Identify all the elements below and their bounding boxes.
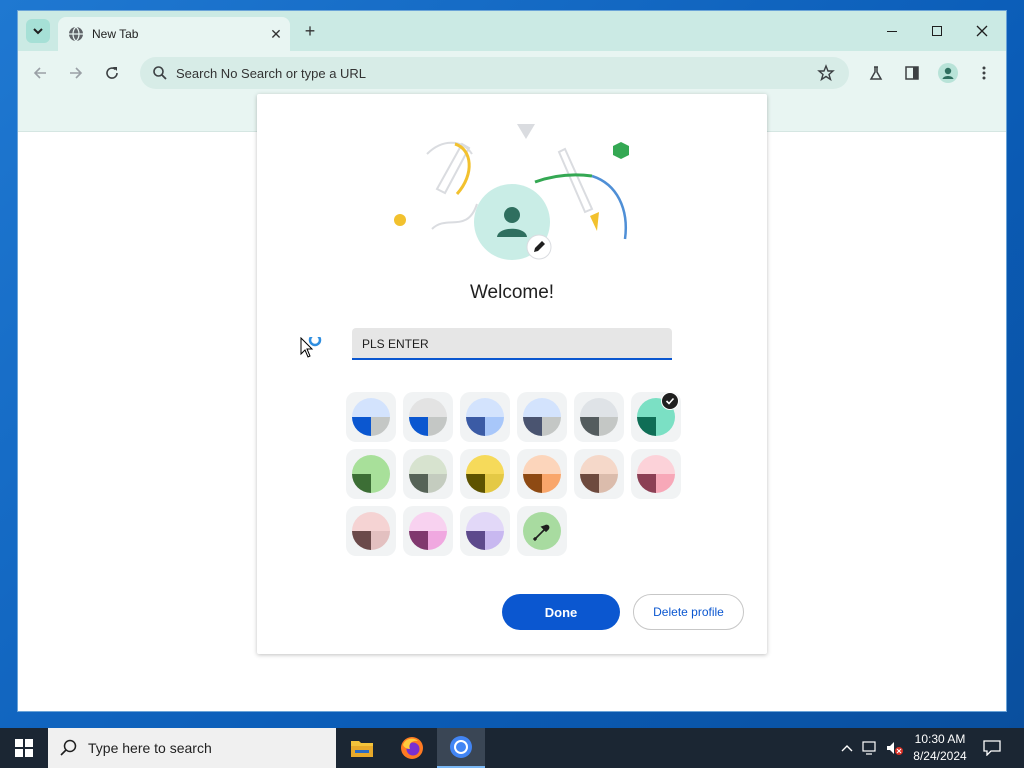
close-icon — [976, 25, 988, 37]
file-explorer-app[interactable] — [338, 728, 386, 768]
firefox-icon — [401, 737, 423, 759]
network-icon[interactable] — [860, 728, 882, 768]
reload-icon — [106, 67, 118, 79]
bookmark-star-icon[interactable] — [817, 64, 835, 82]
selected-check-icon — [661, 392, 679, 410]
maximize-button[interactable] — [923, 19, 951, 43]
chrome-icon — [450, 736, 472, 758]
swatch-circle — [466, 512, 504, 550]
color-swatch[interactable] — [574, 449, 624, 499]
firefox-app[interactable] — [388, 728, 436, 768]
system-clock[interactable]: 10:30 AM 8/24/2024 — [905, 731, 975, 765]
profile-name-input[interactable] — [352, 328, 664, 360]
color-swatch[interactable] — [460, 449, 510, 499]
welcome-heading: Welcome! — [469, 282, 555, 303]
color-swatch-grid — [346, 392, 686, 556]
notification-icon — [983, 740, 1001, 756]
address-placeholder: Search No Search or type a URL — [176, 66, 367, 81]
profile-name-field[interactable] — [352, 328, 672, 360]
swatch-circle — [409, 512, 447, 550]
color-swatch[interactable] — [403, 449, 453, 499]
color-swatch[interactable] — [517, 449, 567, 499]
chevron-down-icon — [33, 28, 43, 35]
swatch-circle — [523, 398, 561, 436]
profile-customization-dialog: Welcome! Done Delete profile — [257, 94, 767, 654]
color-swatch[interactable] — [346, 392, 396, 442]
swatch-circle — [580, 455, 618, 493]
color-swatch[interactable] — [631, 449, 681, 499]
taskbar-search-box[interactable]: Type here to search — [48, 728, 336, 768]
swatch-circle — [409, 398, 447, 436]
chrome-app[interactable] — [437, 728, 485, 768]
color-swatch[interactable] — [403, 506, 453, 556]
toolbar: Search No Search or type a URL — [18, 51, 1006, 95]
swatch-circle — [352, 512, 390, 550]
color-swatch[interactable] — [517, 392, 567, 442]
clock-date: 8/24/2024 — [913, 749, 967, 763]
back-arrow-icon — [33, 67, 46, 79]
delete-profile-button[interactable]: Delete profile — [633, 594, 744, 630]
color-swatch[interactable] — [346, 506, 396, 556]
chevron-up-icon — [841, 745, 853, 752]
flask-icon — [869, 66, 883, 80]
welcome-illustration — [394, 124, 629, 260]
eyedropper-icon — [523, 512, 561, 550]
close-window-button[interactable] — [968, 19, 996, 43]
busy-cursor-icon — [300, 337, 322, 358]
notifications-button[interactable] — [978, 728, 1006, 768]
forward-arrow-icon — [70, 67, 83, 79]
done-button[interactable]: Done — [502, 594, 620, 630]
side-panel-icon — [905, 66, 919, 80]
tab-search-button[interactable] — [26, 19, 50, 43]
swatch-circle — [637, 455, 675, 493]
swatch-circle — [466, 455, 504, 493]
maximize-icon — [932, 26, 942, 36]
swatch-circle — [466, 398, 504, 436]
taskbar-search-placeholder: Type here to search — [88, 740, 212, 756]
color-swatch[interactable] — [574, 392, 624, 442]
close-tab-icon[interactable]: ✕ — [268, 26, 284, 42]
title-bar: New Tab ✕ + — [18, 11, 1006, 51]
forward-button[interactable] — [64, 61, 88, 85]
minimize-button[interactable] — [878, 19, 906, 43]
windows-logo-icon — [15, 739, 33, 757]
globe-icon — [69, 26, 83, 42]
show-hidden-icons-button[interactable] — [838, 728, 856, 768]
swatch-circle — [580, 398, 618, 436]
color-swatch[interactable] — [403, 392, 453, 442]
minimize-icon — [887, 31, 897, 32]
search-icon — [60, 739, 77, 756]
labs-button[interactable] — [864, 61, 888, 85]
tab-new-tab[interactable]: New Tab ✕ — [58, 17, 290, 51]
more-vert-icon — [982, 66, 986, 80]
side-panel-button[interactable] — [900, 61, 924, 85]
custom-color-button[interactable] — [517, 506, 567, 556]
start-button[interactable] — [0, 728, 48, 768]
reload-button[interactable] — [100, 61, 124, 85]
color-swatch[interactable] — [346, 449, 396, 499]
swatch-circle — [523, 455, 561, 493]
swatch-circle — [352, 398, 390, 436]
address-bar[interactable]: Search No Search or type a URL — [140, 57, 849, 89]
menu-button[interactable] — [972, 61, 996, 85]
clock-time: 10:30 AM — [914, 732, 966, 746]
search-icon — [153, 66, 167, 80]
new-tab-button[interactable]: + — [300, 21, 320, 41]
folder-icon — [351, 741, 373, 757]
profile-button[interactable] — [936, 61, 960, 85]
taskbar: Type here to search 10:30 AM 8/24/2024 — [0, 728, 1024, 768]
tab-title: New Tab — [92, 27, 139, 41]
swatch-circle — [409, 455, 447, 493]
swatch-circle — [352, 455, 390, 493]
color-swatch[interactable] — [460, 392, 510, 442]
avatar-icon — [938, 63, 958, 83]
back-button[interactable] — [28, 61, 52, 85]
color-swatch[interactable] — [460, 506, 510, 556]
color-swatch[interactable] — [631, 392, 681, 442]
volume-muted-icon[interactable] — [884, 728, 906, 768]
